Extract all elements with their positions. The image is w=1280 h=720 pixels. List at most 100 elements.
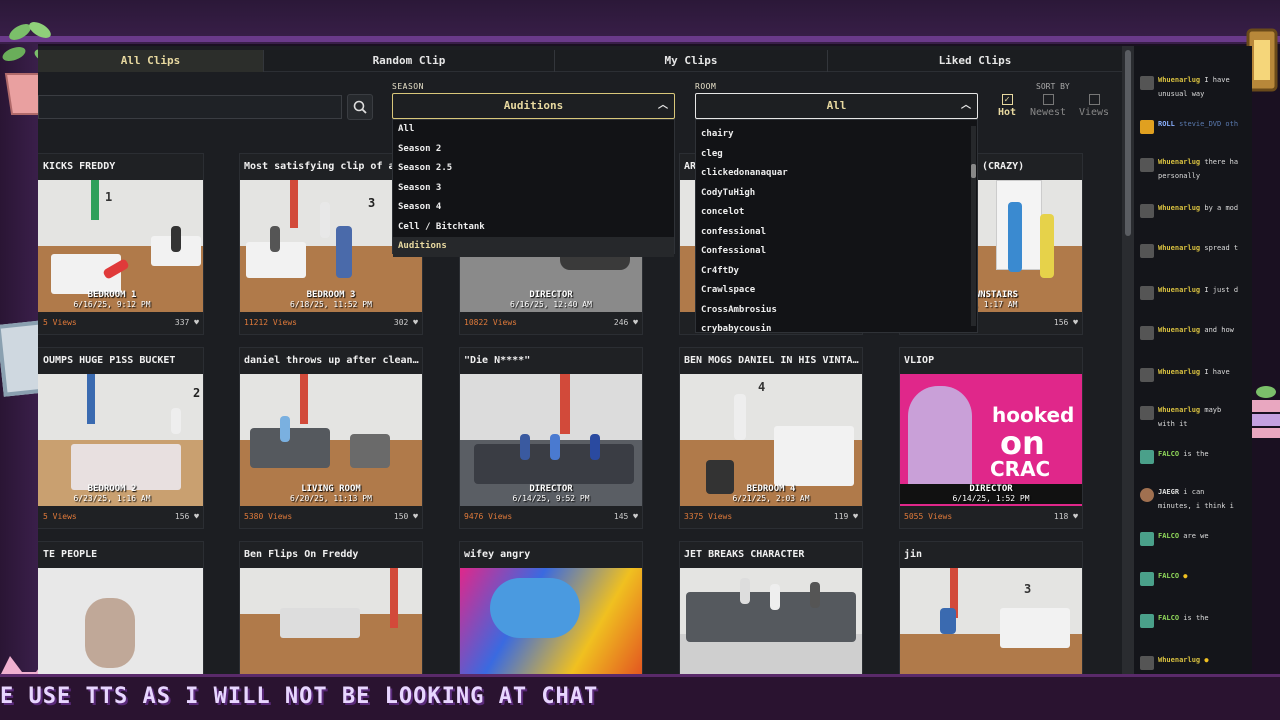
season-option-selected[interactable]: Auditions xyxy=(393,237,674,257)
heart-icon: ♥ xyxy=(1073,512,1078,521)
room-dropdown-scroll-thumb[interactable] xyxy=(971,164,976,178)
clip-likes: 150 ♥ xyxy=(394,506,418,528)
room-option[interactable]: concelot xyxy=(696,203,977,223)
clip-card[interactable]: wifey angry xyxy=(459,541,643,674)
heart-icon: ♥ xyxy=(194,512,199,521)
clip-views: 5055 Views xyxy=(904,512,953,521)
clip-likes: 337 ♥ xyxy=(175,312,199,334)
page-scroll-thumb[interactable] xyxy=(1125,50,1131,236)
clip-timestamp: 6/18/25, 11:52 PM xyxy=(290,300,372,309)
clip-meta: 11212 Views 302 ♥ xyxy=(240,312,422,334)
search-button[interactable] xyxy=(347,94,373,120)
clip-thumbnail xyxy=(240,568,422,674)
chat-text: I just d xyxy=(1204,286,1239,294)
clip-card[interactable]: daniel throws up after cleaning ... LIVI… xyxy=(239,347,423,529)
clip-title: "Die N****" xyxy=(464,355,531,366)
sort-newest-label: Newest xyxy=(1029,107,1067,118)
room-option[interactable]: clickedonanaquar xyxy=(696,164,977,184)
season-select[interactable]: Auditions ︿ xyxy=(392,93,675,119)
clip-likes-count: 145 xyxy=(613,512,629,521)
user-avatar xyxy=(1140,76,1154,90)
clip-card[interactable]: KICKS FREDDY 1 BEDROOM 1 6/16/25, 9:12 PM… xyxy=(38,153,204,335)
chat-username: Whuenarlug xyxy=(1158,368,1201,376)
search-input[interactable] xyxy=(38,95,342,119)
room-option[interactable]: crybabycousin xyxy=(696,320,977,340)
heart-icon: ♥ xyxy=(413,512,418,521)
clip-card[interactable]: JET BREAKS CHARACTER xyxy=(679,541,863,674)
tab-random-clip[interactable]: Random Clip xyxy=(264,50,555,72)
season-option[interactable]: Season 2 xyxy=(393,140,674,160)
season-option[interactable]: All xyxy=(393,120,674,140)
clip-timestamp: 6/16/25, 12:40 AM xyxy=(510,300,592,309)
tts-ticker: E USE TTS AS I WILL NOT BE LOOKING AT CH… xyxy=(0,684,599,709)
clip-views: 5 Views xyxy=(43,512,77,521)
room-option[interactable]: chairy xyxy=(696,125,977,145)
chat-message: FALCO is the xyxy=(1140,450,1250,464)
chat-text: mayb xyxy=(1204,406,1222,414)
chat-message: JAEGR i can minutes, i think i xyxy=(1140,488,1250,511)
chat-message: Whuenarlug mayb with it xyxy=(1140,406,1250,429)
tab-all-clips[interactable]: All Clips xyxy=(38,50,264,72)
sort-views-label: Views xyxy=(1078,107,1110,118)
camera-label: DIRECTOR 6/14/25, 9:52 PM xyxy=(460,484,642,504)
clip-thumbnail xyxy=(460,568,642,674)
clip-card[interactable]: "Die N****" DIRECTOR 6/14/25, 9:52 PM 947… xyxy=(459,347,643,529)
chat-username: JAEGR xyxy=(1158,488,1180,496)
clip-thumbnail xyxy=(680,568,862,674)
room-option[interactable]: Cr4ftDy xyxy=(696,262,977,282)
clip-card[interactable]: Ben Flips On Freddy xyxy=(239,541,423,674)
season-option[interactable]: Cell / Bitchtank xyxy=(393,218,674,238)
camera-name: BEDROOM 1 xyxy=(87,290,137,300)
clip-views: 11212 Views xyxy=(244,318,297,327)
page-scrollbar[interactable] xyxy=(1122,46,1134,674)
tab-my-clips[interactable]: My Clips xyxy=(555,50,828,72)
emoji-icon: ● xyxy=(1183,572,1188,580)
clip-likes-count: 156 xyxy=(1053,318,1069,327)
chat-text: I have xyxy=(1204,76,1230,84)
clip-card[interactable]: VLIOP hooked on CRAC DIRECTOR 6/14/25, 1:… xyxy=(899,347,1083,529)
chat-message: Whuenarlug I have xyxy=(1140,368,1250,382)
heart-icon: ♥ xyxy=(633,512,638,521)
room-option[interactable]: Confessional xyxy=(696,242,977,262)
clip-card[interactable]: jin 3 xyxy=(899,541,1083,674)
sort-newest-option[interactable]: Newest xyxy=(1028,94,1068,118)
room-select[interactable]: All ︿ xyxy=(695,93,978,119)
season-option[interactable]: Season 2.5 xyxy=(393,159,674,179)
room-number: 3 xyxy=(1024,582,1032,596)
thumb-text-on: on xyxy=(1000,424,1045,462)
chat-message: FALCO are we xyxy=(1140,532,1250,546)
season-option[interactable]: Season 4 xyxy=(393,198,674,218)
user-avatar xyxy=(1140,326,1154,340)
user-avatar xyxy=(1140,158,1154,172)
clip-thumbnail: hooked on CRAC DIRECTOR 6/14/25, 1:52 PM xyxy=(900,374,1082,506)
sort-hot-option[interactable]: ✓ Hot xyxy=(987,94,1027,118)
room-option[interactable]: CrossAmbrosius xyxy=(696,301,977,321)
clip-card[interactable]: BEN MOGS DANIEL IN HIS VINTAGE S... 4 BE… xyxy=(679,347,863,529)
clip-card[interactable]: OUMPS HUGE P1SS BUCKET 2 BEDROOM 2 6/23/2… xyxy=(38,347,204,529)
camera-name: BEDROOM 4 xyxy=(746,484,796,494)
season-option[interactable]: Season 3 xyxy=(393,179,674,199)
checkbox-empty-icon xyxy=(1088,94,1100,105)
chat-username: Whuenarlug xyxy=(1158,406,1201,414)
chat-text-continued: minutes, i think i xyxy=(1158,502,1234,510)
search-icon xyxy=(353,100,367,114)
sort-by-label: SORT BY xyxy=(1036,82,1070,91)
clip-timestamp: 6/14/25, 9:52 PM xyxy=(512,494,590,503)
clip-title: BEN MOGS DANIEL IN HIS VINTAGE S... xyxy=(684,355,862,366)
chat-message: Whuenarlug and how xyxy=(1140,326,1250,340)
room-option[interactable]: cleg xyxy=(696,145,977,165)
room-option[interactable]: CodyTuHigh xyxy=(696,184,977,204)
sort-views-option[interactable]: Views xyxy=(1074,94,1114,118)
tab-liked-clips[interactable]: Liked Clips xyxy=(828,50,1122,72)
room-dropdown-scrollbar[interactable] xyxy=(971,126,976,326)
chat-text: stevie_DVD oth xyxy=(1179,120,1239,128)
heart-icon: ♥ xyxy=(194,318,199,327)
clip-likes-count: 302 xyxy=(393,318,409,327)
user-avatar xyxy=(1140,488,1154,502)
room-option[interactable]: confessional xyxy=(696,223,977,243)
clip-card[interactable]: TE PEOPLE xyxy=(38,541,204,674)
room-option[interactable]: Crawlspace xyxy=(696,281,977,301)
camera-label: BEDROOM 4 6/21/25, 2:03 AM xyxy=(680,484,862,504)
chat-panel: Whuenarlug I have unusual way ROLL stevie… xyxy=(1134,46,1252,674)
chat-username: FALCO xyxy=(1158,614,1180,622)
